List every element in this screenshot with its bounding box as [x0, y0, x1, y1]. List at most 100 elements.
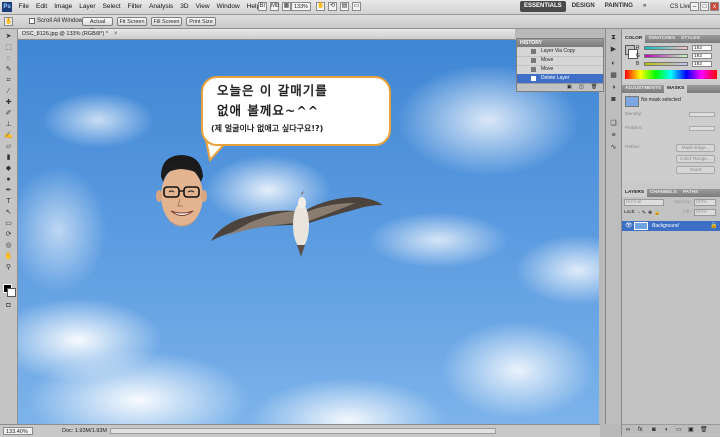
clone-stamp-tool-icon[interactable]: ⊥ [4, 120, 13, 129]
eye-icon[interactable]: 👁 [625, 223, 633, 229]
adjustments-icon[interactable]: ◑ [609, 83, 618, 92]
layers-icon[interactable]: ❏ [609, 119, 618, 128]
blend-mode-select[interactable]: Normal [624, 199, 664, 206]
adjustment-layer-icon[interactable]: ◑ [664, 425, 668, 435]
red-value[interactable]: 192 [692, 45, 712, 51]
layer-row-background[interactable]: 👁 Background 🔒 [622, 221, 720, 231]
green-slider[interactable]: G 192 [636, 53, 718, 59]
layer-style-icon[interactable]: fx [638, 425, 643, 435]
brush-tool-icon[interactable]: ✐ [4, 109, 13, 118]
menu-select[interactable]: Select [99, 0, 124, 14]
new-layer-icon[interactable]: ▣ [688, 425, 694, 435]
workspace-essentials[interactable]: ESSENTIALS [520, 1, 566, 12]
screen-mode-icon[interactable]: ▭ [352, 2, 361, 11]
menu-edit[interactable]: Edit [32, 0, 50, 14]
new-document-from-state-icon[interactable]: ▣ [567, 84, 572, 91]
shape-tool-icon[interactable]: ▭ [4, 219, 13, 228]
3d-orbit-tool-icon[interactable]: ◎ [4, 241, 13, 250]
new-snapshot-icon[interactable]: ◫ [579, 84, 584, 91]
print-size-button[interactable]: Print Size [186, 17, 216, 26]
workspace-painting[interactable]: PAINTING [601, 1, 637, 12]
hand-view-icon[interactable]: ✋ [316, 2, 325, 11]
tab-paths[interactable]: PATHS [680, 189, 702, 197]
quick-mask-icon[interactable]: ◘ [4, 301, 13, 310]
color-icon[interactable]: ◐ [609, 59, 618, 68]
3d-rotate-tool-icon[interactable]: ⟳ [4, 230, 13, 239]
fill-screen-button[interactable]: Fill Screen [151, 17, 182, 26]
grid-icon[interactable]: ▦ [282, 2, 291, 11]
zoom-tool-icon[interactable]: ⚲ [4, 263, 13, 272]
close-document-icon[interactable]: × [114, 29, 118, 39]
tab-adjustments[interactable]: ADJUSTMENTS [622, 85, 664, 93]
maximize-button[interactable]: □ [700, 2, 709, 11]
new-group-icon[interactable]: ▭ [676, 425, 682, 435]
actual-pixels-button[interactable]: Actual Pixels [82, 17, 113, 34]
arrange-documents-icon[interactable]: ▤ [340, 2, 349, 11]
tab-masks[interactable]: MASKS [663, 85, 688, 93]
menu-view[interactable]: View [192, 0, 213, 14]
lock-icons[interactable]: ▫✎✥🔒 [638, 210, 662, 216]
move-tool-icon[interactable]: ➤ [4, 32, 13, 41]
rotate-view-icon[interactable]: ⟲ [328, 2, 337, 11]
mini-bridge-icon[interactable]: Mb [270, 2, 279, 11]
color-range-button[interactable]: Color Range... [676, 155, 715, 163]
tab-channels[interactable]: CHANNELS [647, 189, 680, 197]
blur-tool-icon[interactable]: ◆ [4, 164, 13, 173]
menu-window[interactable]: Window [213, 0, 243, 14]
type-tool-icon[interactable]: T [4, 197, 13, 206]
density-field[interactable] [689, 112, 715, 117]
menu-layer[interactable]: Layer [76, 0, 99, 14]
hand-tool-icon[interactable]: ✋ [4, 17, 13, 26]
history-brush-tool-icon[interactable]: ✍ [4, 131, 13, 140]
link-layers-icon[interactable]: ∞ [626, 425, 630, 435]
history-icon[interactable]: ⧗ [609, 33, 618, 42]
fill-field[interactable]: 100% [694, 209, 716, 216]
horizontal-scrollbar[interactable] [110, 428, 496, 434]
menu-filter[interactable]: Filter [124, 0, 145, 14]
crop-tool-icon[interactable]: ⌗ [4, 76, 13, 85]
tab-layers[interactable]: LAYERS [622, 189, 648, 197]
document-tab[interactable]: DSC_8126.jpg @ 133% (RGB/8*) * × [18, 29, 515, 40]
lasso-tool-icon[interactable]: ◌ [4, 54, 13, 63]
blue-slider-track[interactable] [644, 62, 688, 66]
green-slider-track[interactable] [644, 54, 688, 58]
close-button[interactable]: x [710, 2, 719, 11]
swatches-icon[interactable]: ▦ [609, 71, 618, 80]
trash-icon[interactable]: 🗑 [591, 84, 597, 91]
tab-styles[interactable]: STYLES [678, 35, 703, 43]
cs-live-button[interactable]: CS Live [670, 2, 691, 12]
gradient-tool-icon[interactable]: ▮ [4, 153, 13, 162]
red-slider[interactable]: R 192 [636, 45, 718, 51]
quick-select-tool-icon[interactable]: ✎ [4, 65, 13, 74]
channels-icon[interactable]: ≡ [609, 131, 618, 140]
minimize-button[interactable]: – [690, 2, 699, 11]
green-value[interactable]: 192 [692, 53, 712, 59]
fit-screen-button[interactable]: Fit Screen [117, 17, 147, 26]
delete-layer-icon[interactable]: 🗑 [700, 425, 708, 435]
tab-color[interactable]: COLOR [622, 35, 646, 43]
eraser-tool-icon[interactable]: ▱ [4, 142, 13, 151]
masks-icon[interactable]: ◙ [609, 95, 618, 104]
workspace-more[interactable]: » [639, 1, 650, 12]
invert-button[interactable]: Invert [676, 166, 715, 174]
healing-brush-tool-icon[interactable]: ✚ [4, 98, 13, 107]
mask-edge-button[interactable]: Mask Edge... [676, 144, 715, 152]
add-mask-icon[interactable]: ◙ [652, 425, 656, 435]
eyedropper-tool-icon[interactable]: ⁄ [4, 87, 13, 96]
path-select-tool-icon[interactable]: ↖ [4, 208, 13, 217]
scroll-all-windows-checkbox[interactable] [29, 18, 35, 24]
color-ramp[interactable] [625, 70, 717, 79]
status-zoom-field[interactable]: 133.40% [3, 427, 33, 435]
menu-image[interactable]: Image [51, 0, 76, 14]
zoom-level-select[interactable]: 133% [291, 2, 311, 11]
blue-value[interactable]: 192 [692, 61, 712, 67]
paths-icon[interactable]: ∿ [609, 143, 618, 152]
blue-slider[interactable]: B 192 [636, 61, 718, 67]
opacity-field[interactable]: 100% [694, 199, 716, 206]
red-slider-track[interactable] [644, 46, 688, 50]
history-panel-header[interactable]: HISTORY [517, 39, 603, 47]
hand-tool-icon[interactable]: ✋ [4, 252, 13, 261]
tab-swatches[interactable]: SWATCHES [645, 35, 678, 43]
feather-field[interactable] [689, 126, 715, 131]
pen-tool-icon[interactable]: ✒ [4, 186, 13, 195]
